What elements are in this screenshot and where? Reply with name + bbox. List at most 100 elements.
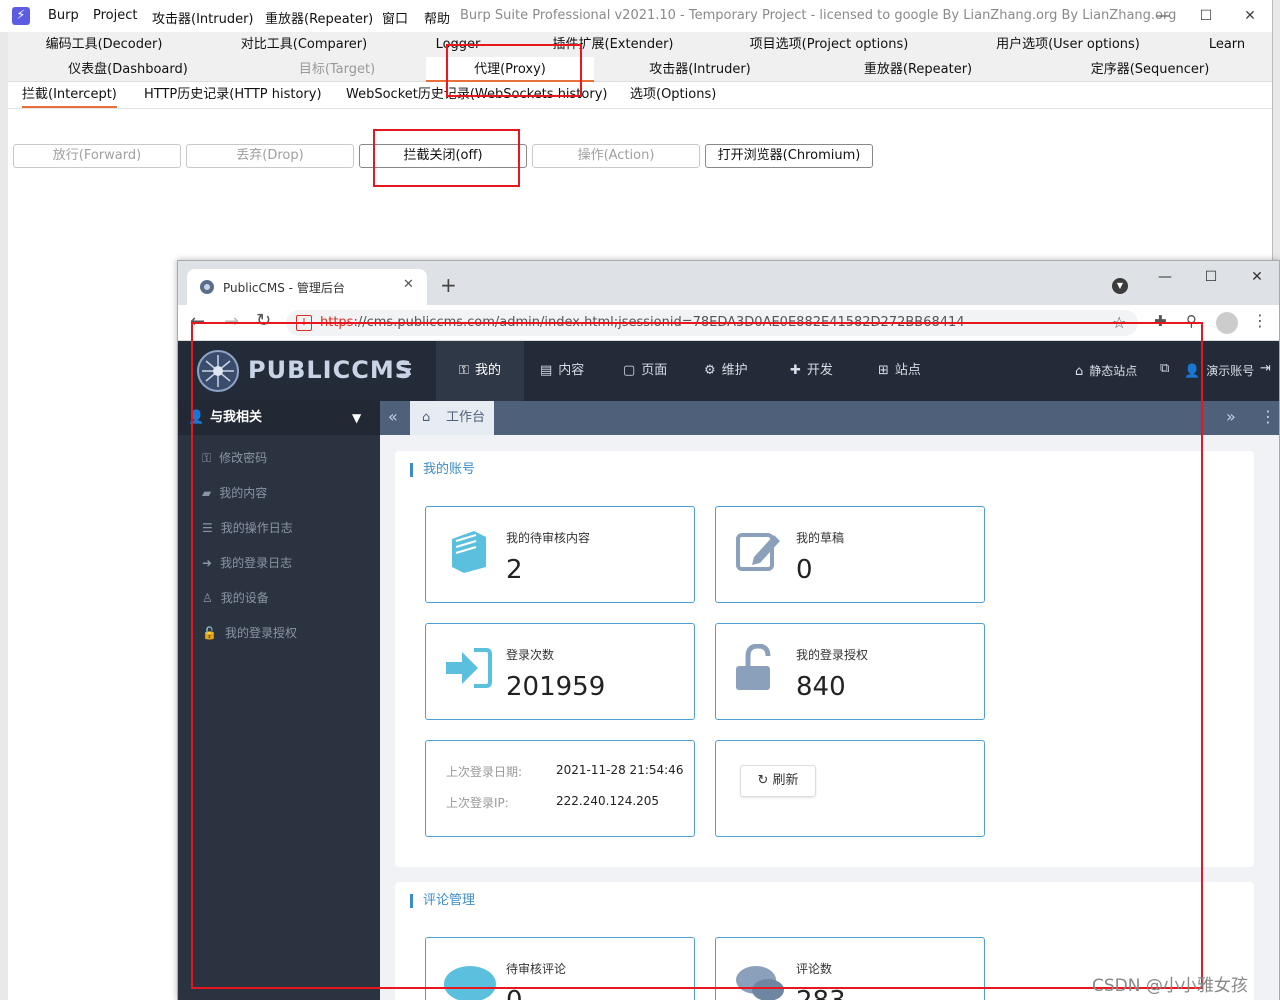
tab-repeater[interactable]: 重放器(Repeater) <box>806 57 1030 82</box>
publiccms-logo-icon <box>196 349 240 393</box>
tab-proxy[interactable]: 代理(Proxy) <box>426 57 594 82</box>
maximize-icon[interactable]: ☐ <box>1191 6 1221 26</box>
subtab-options[interactable]: 选项(Options) <box>630 82 716 108</box>
card-label: 登录次数 <box>506 648 555 662</box>
subtab-intercept[interactable]: 拦截(Intercept) <box>22 82 117 108</box>
intercept-toggle-button[interactable]: 拦截关闭(off) <box>359 144 527 168</box>
menu-toggle-icon[interactable]: ☰ <box>398 360 412 379</box>
profile-avatar[interactable] <box>1216 312 1238 334</box>
sidebar-group-header[interactable]: 👤 与我相关 ▼ <box>178 401 380 435</box>
sign-in-icon: ➜ <box>202 556 213 570</box>
tab-sequencer[interactable]: 定序器(Sequencer) <box>1030 57 1270 82</box>
drafts-card[interactable]: 我的草稿 0 <box>715 506 985 603</box>
tab-logger[interactable]: Logger <box>408 32 508 57</box>
address-bar[interactable]: ! https://cms.publiccms.com/admin/index.… <box>286 310 1138 336</box>
last-login-ip-label: 上次登录IP: <box>446 796 509 810</box>
sidebar-item-my-content[interactable]: ▰ 我的内容 <box>202 484 267 504</box>
minimize-icon[interactable]: — <box>1148 6 1178 26</box>
subtab-http-history[interactable]: HTTP历史记录(HTTP history) <box>144 82 322 108</box>
burp-titlebar: ⚡ Burp Project 攻击器(Intruder) 重放器(Repeate… <box>0 0 1280 32</box>
close-icon[interactable]: ✕ <box>1235 6 1265 26</box>
chrome-maximize-icon[interactable]: ☐ <box>1196 265 1226 289</box>
login-count-card[interactable]: 登录次数 201959 <box>425 623 695 720</box>
cms-main: 我的账号 我的待审核内容 2 我的草稿 0 登录次数 201959 我的登录授权… <box>380 435 1279 1000</box>
nav-maintain[interactable]: ⚙ 维护 <box>704 341 748 401</box>
menu-help[interactable]: 帮助 <box>424 8 450 27</box>
nav-page[interactable]: ▢ 页面 <box>623 341 667 401</box>
chrome-toolbar: ← → ↻ ! https://cms.publiccms.com/admin/… <box>178 305 1279 341</box>
tabs-menu-icon[interactable]: ⋮ <box>1260 407 1276 426</box>
proxy-subtabs: 拦截(Intercept) HTTP历史记录(HTTP history) Web… <box>8 82 1272 109</box>
sidebar-item-devices[interactable]: ♙ 我的设备 <box>202 589 269 609</box>
menu-repeater[interactable]: 重放器(Repeater) <box>265 8 373 27</box>
sidebar-item-login-auth[interactable]: 🔓 我的登录授权 <box>202 624 297 644</box>
browser-tab-title: PublicCMS - 管理后台 <box>223 281 345 295</box>
nav-develop[interactable]: ✚ 开发 <box>790 341 833 401</box>
external-link-icon[interactable]: ⧉ <box>1160 361 1169 376</box>
chrome-window: PublicCMS - 管理后台 ✕ + ▼ — ☐ ✕ ← → ↻ ! htt… <box>177 260 1280 1000</box>
tab-workbench[interactable]: ⌂ 工作台 <box>410 401 494 435</box>
browser-tab[interactable]: PublicCMS - 管理后台 ✕ <box>187 269 427 305</box>
card-value: 0 <box>796 555 813 585</box>
chrome-close-icon[interactable]: ✕ <box>1242 265 1272 289</box>
subtab-websockets-history[interactable]: WebSocket历史记录(WebSockets history) <box>346 82 607 108</box>
tab-user-options[interactable]: 用户选项(User options) <box>940 32 1196 57</box>
menu-burp[interactable]: Burp <box>48 8 79 23</box>
nav-mine[interactable]: ⚿ 我的 <box>436 341 524 401</box>
bookmark-star-icon[interactable]: ☆ <box>1112 313 1126 332</box>
user-icon: 👤 <box>1184 364 1201 379</box>
action-button[interactable]: 操作(Action) <box>532 144 700 168</box>
drop-button[interactable]: 丢弃(Drop) <box>186 144 354 168</box>
nav-site[interactable]: ⊞ 站点 <box>878 341 921 401</box>
chrome-menu-icon[interactable]: ⋮ <box>1252 311 1268 330</box>
sidebar-item-change-password[interactable]: ⚿ 修改密码 <box>202 449 267 469</box>
static-site-link[interactable]: ⌂ 静态站点 <box>1075 341 1137 401</box>
url-scheme: https <box>320 315 354 330</box>
comment-count-card[interactable]: 评论数 283 <box>715 937 985 1000</box>
refresh-button[interactable]: ↻ 刷新 <box>740 765 816 797</box>
tab-extender[interactable]: 插件扩展(Extender) <box>508 32 718 57</box>
tab-search-icon[interactable]: ▼ <box>1112 278 1128 294</box>
cms-tabs-bar: « ⌂ 工作台 » ⋮ <box>380 401 1279 435</box>
unlock-icon <box>734 644 782 692</box>
home-icon: ⌂ <box>1075 364 1084 379</box>
logout-icon[interactable]: ⇥ <box>1260 361 1271 376</box>
forward-icon[interactable]: → <box>224 311 239 332</box>
chrome-minimize-icon[interactable]: — <box>1150 265 1180 289</box>
menu-window[interactable]: 窗口 <box>382 8 408 27</box>
cogs-icon: ⚙ <box>704 363 716 378</box>
menu-project[interactable]: Project <box>93 8 137 23</box>
tab-decoder[interactable]: 编码工具(Decoder) <box>8 32 200 57</box>
tab-project-options[interactable]: 项目选项(Project options) <box>718 32 940 57</box>
nav-content[interactable]: ▤ 内容 <box>540 341 584 401</box>
tab-comparer[interactable]: 对比工具(Comparer) <box>200 32 408 57</box>
book-icon: ▰ <box>202 486 212 500</box>
account-link[interactable]: 👤 演示账号 <box>1184 341 1254 401</box>
login-auth-card[interactable]: 我的登录授权 840 <box>715 623 985 720</box>
pending-comments-card[interactable]: 待审核评论 0 <box>425 937 695 1000</box>
refresh-card: ↻ 刷新 <box>715 740 985 837</box>
tab-target[interactable]: 目标(Target) <box>248 57 426 82</box>
menu-intruder[interactable]: 攻击器(Intruder) <box>152 8 254 27</box>
open-browser-button[interactable]: 打开浏览器(Chromium) <box>705 144 873 168</box>
pending-content-card[interactable]: 我的待审核内容 2 <box>425 506 695 603</box>
reload-icon[interactable]: ↻ <box>256 310 271 331</box>
scroll-right-icon[interactable]: » <box>1226 407 1236 426</box>
new-tab-icon[interactable]: + <box>440 275 457 295</box>
tab-close-icon[interactable]: ✕ <box>403 277 414 292</box>
edit-icon <box>734 527 782 575</box>
not-secure-icon[interactable]: ! <box>296 315 312 331</box>
cms-page: PUBLICCMS ☰ ⚿ 我的 ▤ 内容 ▢ 页面 ⚙ 维护 ✚ 开发 ⊞ 站点 ⌂ 静态站… <box>178 341 1279 1000</box>
sidebar-item-login-log[interactable]: ➜ 我的登录日志 <box>202 554 292 574</box>
scroll-left-icon[interactable]: « <box>388 407 398 426</box>
tab-dashboard[interactable]: 仪表盘(Dashboard) <box>8 57 248 82</box>
forward-button[interactable]: 放行(Forward) <box>13 144 181 168</box>
tab-intruder[interactable]: 攻击器(Intruder) <box>594 57 806 82</box>
tab-learn[interactable]: Learn <box>1196 32 1258 57</box>
pin-icon[interactable]: ⚲ <box>1186 312 1197 330</box>
extensions-icon[interactable]: ✚ <box>1154 312 1167 330</box>
burp-tabs-row1: 编码工具(Decoder) 对比工具(Comparer) Logger 插件扩展… <box>8 32 1272 57</box>
cms-header: PUBLICCMS ☰ ⚿ 我的 ▤ 内容 ▢ 页面 ⚙ 维护 ✚ 开发 ⊞ 站点 ⌂ 静态站… <box>178 341 1279 401</box>
sidebar-item-operation-log[interactable]: ☰ 我的操作日志 <box>202 519 293 539</box>
back-icon[interactable]: ← <box>190 311 205 332</box>
